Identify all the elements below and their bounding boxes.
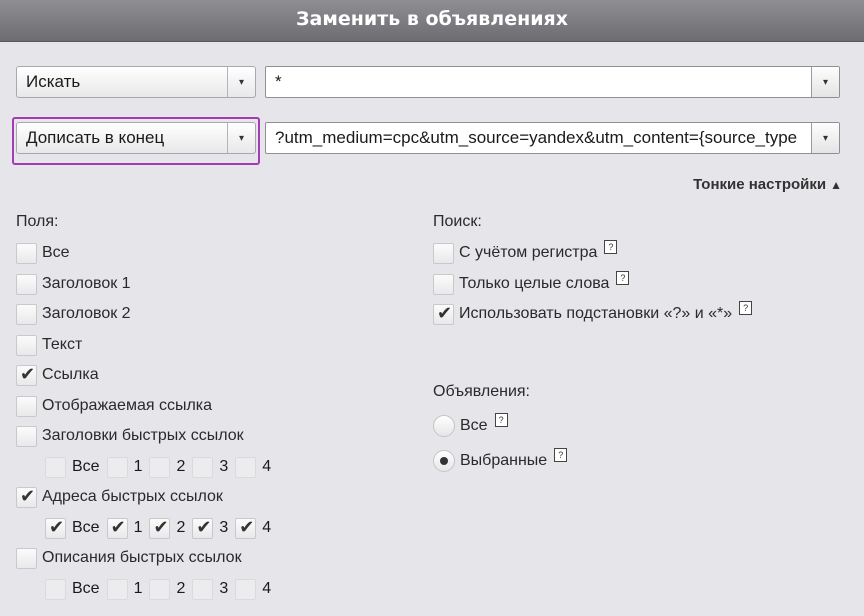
fine-settings-toggle[interactable]: Тонкие настройки ▲	[693, 176, 842, 193]
checkbox-label: Заголовок 1	[42, 275, 131, 292]
find-value-input[interactable]: * ▾	[265, 66, 840, 98]
checkbox	[192, 456, 214, 478]
checkbox-label: 3	[219, 458, 229, 475]
find-mode-value: Искать	[26, 72, 81, 91]
action-mode-value: Дописать в конец	[26, 128, 165, 147]
checkbox[interactable]	[16, 425, 37, 447]
search-case-sensitive[interactable]: С учётом регистра ?	[433, 240, 618, 265]
checkbox-label: 4	[262, 580, 272, 597]
radio-label: Выбранные	[460, 452, 548, 469]
checkbox[interactable]	[16, 547, 37, 569]
sitelink-descriptions-sub: Все 1 2 3 4	[45, 577, 278, 601]
field-title1[interactable]: Заголовок 1	[16, 272, 131, 296]
action-value-dropdown-button[interactable]: ▾	[811, 123, 839, 153]
checkbox	[45, 578, 66, 600]
checkbox	[45, 456, 66, 478]
checkbox[interactable]	[16, 486, 37, 508]
checkbox-label: Адреса быстрых ссылок	[42, 488, 223, 505]
checkbox	[149, 456, 171, 478]
fine-settings-label: Тонкие настройки	[693, 176, 827, 193]
action-value-input[interactable]: ?utm_medium=cpc&utm_source=yandex&utm_co…	[265, 122, 840, 154]
checkbox-label: 4	[262, 458, 272, 475]
find-value-dropdown-button[interactable]: ▾	[811, 67, 839, 97]
checkbox[interactable]	[192, 517, 214, 539]
search-wildcards[interactable]: Использовать подстановки «?» и «*» ?	[433, 301, 753, 326]
checkbox-label: 1	[133, 519, 143, 536]
help-icon[interactable]: ?	[554, 448, 568, 462]
checkbox-label: Только целые слова	[459, 275, 610, 292]
checkbox-label: 1	[133, 580, 143, 597]
field-title2[interactable]: Заголовок 2	[16, 302, 131, 326]
ads-all-radio[interactable]: Все ?	[433, 413, 508, 438]
checkbox[interactable]	[45, 517, 66, 539]
checkbox[interactable]	[16, 395, 37, 417]
checkbox	[192, 578, 214, 600]
checkbox-label: 4	[262, 519, 272, 536]
field-link[interactable]: Ссылка	[16, 363, 99, 387]
checkbox-label: Все	[72, 519, 100, 536]
checkbox	[106, 578, 128, 600]
radio-label: Все	[460, 417, 488, 434]
checkbox	[235, 578, 257, 600]
search-whole-words[interactable]: Только целые слова ?	[433, 271, 630, 296]
radio-button[interactable]	[433, 415, 455, 437]
checkbox[interactable]	[16, 364, 37, 386]
checkbox[interactable]	[235, 517, 257, 539]
chevron-down-icon: ▾	[227, 67, 255, 97]
field-sitelink-descriptions[interactable]: Описания быстрых ссылок	[16, 546, 242, 570]
checkbox-label: Отображаемая ссылка	[42, 397, 213, 414]
checkbox-label: С учётом регистра	[459, 244, 598, 261]
help-icon[interactable]: ?	[616, 271, 630, 285]
checkbox-label: Заголовок 2	[42, 305, 131, 322]
fields-heading: Поля:	[16, 213, 59, 230]
checkbox-label: 2	[176, 519, 186, 536]
checkbox[interactable]	[433, 242, 454, 264]
chevron-down-icon: ▾	[227, 123, 255, 153]
ads-selected-radio[interactable]: Выбранные ?	[433, 448, 568, 473]
checkbox	[106, 456, 128, 478]
dialog-title: Заменить в объявлениях	[0, 0, 864, 42]
help-icon[interactable]: ?	[604, 240, 618, 254]
field-text[interactable]: Текст	[16, 333, 82, 357]
checkbox[interactable]	[16, 303, 37, 325]
checkbox-label: Все	[72, 458, 100, 475]
checkbox[interactable]	[16, 334, 37, 356]
sitelink-titles-sub: Все 1 2 3 4	[45, 455, 278, 479]
action-value-text[interactable]: ?utm_medium=cpc&utm_source=yandex&utm_co…	[266, 128, 811, 148]
checkbox-label: Заголовки быстрых ссылок	[42, 427, 244, 444]
checkbox[interactable]	[149, 517, 171, 539]
checkbox	[235, 456, 257, 478]
checkbox-label: Текст	[42, 336, 83, 353]
field-sitelink-urls[interactable]: Адреса быстрых ссылок	[16, 485, 223, 509]
checkbox[interactable]	[106, 517, 128, 539]
field-all[interactable]: Все	[16, 241, 70, 265]
help-icon[interactable]: ?	[739, 301, 753, 315]
field-sitelink-titles[interactable]: Заголовки быстрых ссылок	[16, 424, 244, 448]
field-display-link[interactable]: Отображаемая ссылка	[16, 394, 212, 418]
checkbox-label: 3	[219, 519, 229, 536]
checkbox-label: Все	[72, 580, 100, 597]
checkbox-label: 2	[176, 580, 186, 597]
checkbox-label: Использовать подстановки «?» и «*»	[459, 305, 733, 322]
checkbox-label: 1	[133, 458, 143, 475]
find-value-text[interactable]: *	[266, 72, 811, 92]
find-mode-select[interactable]: Искать ▾	[16, 66, 256, 98]
help-icon[interactable]: ?	[494, 413, 508, 427]
checkbox-label: 2	[176, 458, 186, 475]
checkbox[interactable]	[433, 273, 454, 295]
checkbox[interactable]	[16, 273, 37, 295]
ads-heading: Объявления:	[433, 383, 530, 400]
checkbox[interactable]	[433, 303, 454, 325]
checkbox	[149, 578, 171, 600]
checkbox-label: Описания быстрых ссылок	[42, 549, 242, 566]
radio-button[interactable]	[433, 450, 455, 472]
sitelink-urls-sub: Все 1 2 3 4	[45, 516, 278, 540]
checkbox-label: 3	[219, 580, 229, 597]
checkbox-label: Все	[42, 244, 70, 261]
triangle-up-icon: ▲	[830, 178, 842, 192]
checkbox-label: Ссылка	[42, 366, 99, 383]
action-mode-select[interactable]: Дописать в конец ▾	[16, 122, 256, 154]
search-heading: Поиск:	[433, 213, 482, 230]
checkbox[interactable]	[16, 242, 37, 264]
